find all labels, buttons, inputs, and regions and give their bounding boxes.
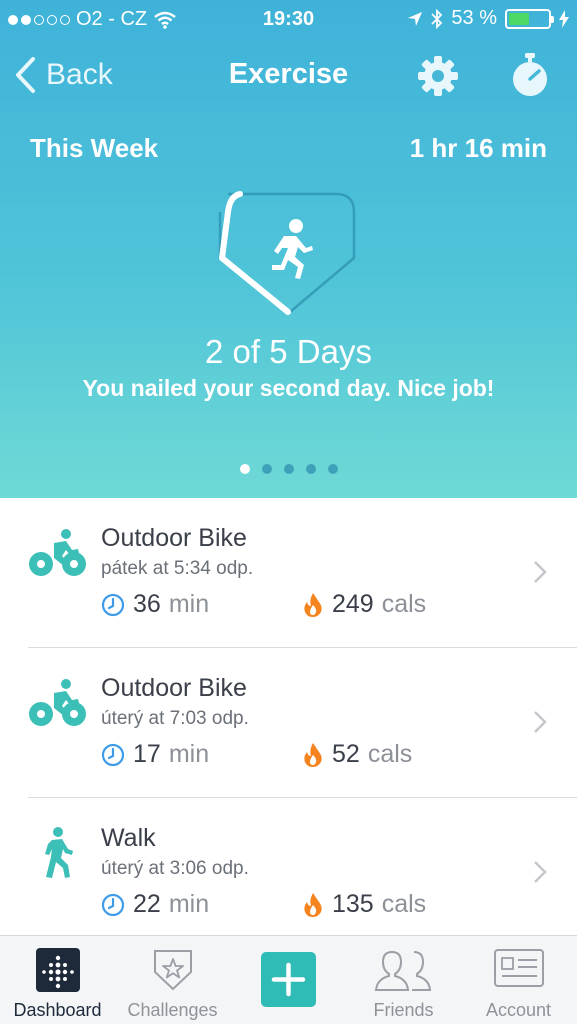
flame-icon	[304, 742, 322, 767]
activity-duration: 22 min	[101, 890, 209, 919]
duration-value: 17	[133, 740, 161, 768]
flame-icon	[304, 592, 322, 617]
activity-row[interactable]: Walk úterý at 3:06 odp. 22 min 135 cals	[0, 798, 577, 948]
tab-friends[interactable]: Friends	[346, 936, 461, 1024]
page-dot[interactable]	[305, 464, 316, 474]
running-figure-icon	[272, 219, 313, 279]
activity-calories: 135 cals	[302, 890, 426, 919]
activity-name: Outdoor Bike	[101, 524, 247, 552]
page-title: Exercise	[228, 58, 349, 90]
tab-dashboard[interactable]: Dashboard	[0, 936, 115, 1024]
clock-icon	[101, 743, 125, 766]
stopwatch-icon[interactable]	[508, 52, 552, 98]
encouragement-message: You nailed your second day. Nice job!	[82, 375, 495, 401]
calories-value: 52	[332, 740, 360, 768]
duration-value: 36	[133, 590, 161, 618]
activity-row[interactable]: Outdoor Bike pátek at 5:34 odp. 36 min 2…	[0, 498, 577, 648]
tab-challenges-label: Challenges	[127, 1000, 218, 1020]
calories-unit: cals	[367, 740, 413, 768]
activity-name: Outdoor Bike	[101, 674, 247, 702]
tab-friends-label: Friends	[373, 1000, 434, 1020]
chevron-right-icon	[534, 861, 547, 883]
tab-account-label: Account	[485, 1000, 552, 1020]
charging-bolt-icon	[559, 9, 569, 28]
settings-gear-icon[interactable]	[416, 54, 460, 98]
activity-time: úterý at 3:06 odp.	[101, 858, 249, 879]
period-label: This Week	[30, 133, 159, 163]
activity-calories: 52 cals	[302, 740, 412, 769]
activity-list: Outdoor Bike pátek at 5:34 odp. 36 min 2…	[0, 498, 577, 948]
page-dot[interactable]	[239, 464, 250, 474]
chevron-right-icon	[534, 711, 547, 733]
chevron-right-icon	[534, 561, 547, 583]
bluetooth-icon	[431, 8, 443, 29]
status-right: 53 %	[407, 7, 569, 30]
battery-icon	[505, 8, 554, 29]
bike-icon	[29, 529, 86, 576]
tab-bar: Dashboard Challenges Friends Account	[0, 935, 577, 1024]
page-dot[interactable]	[283, 464, 294, 474]
bike-icon	[29, 679, 86, 726]
battery-percent: 53 %	[451, 7, 497, 29]
plus-icon	[271, 962, 306, 997]
days-progress-text: 2 of 5 Days	[205, 333, 372, 370]
activity-calories: 249 cals	[302, 590, 426, 619]
duration-unit: min	[168, 590, 210, 618]
tab-account[interactable]: Account	[461, 936, 576, 1024]
clock-icon	[101, 893, 125, 916]
walk-icon	[45, 827, 73, 878]
challenges-shield-icon	[153, 950, 192, 991]
activity-row[interactable]: Outdoor Bike úterý at 7:03 odp. 17 min 5…	[0, 648, 577, 798]
exercise-header: O2 - CZ 19:30 53 % Back Exercise This We…	[0, 0, 577, 498]
exercise-goal-badge	[218, 191, 356, 315]
add-button[interactable]	[261, 952, 316, 1007]
calories-unit: cals	[381, 590, 427, 618]
activity-time: úterý at 7:03 odp.	[101, 708, 249, 729]
flame-icon	[304, 892, 322, 917]
activity-name: Walk	[101, 824, 156, 852]
duration-value: 22	[133, 890, 161, 918]
account-card-icon	[493, 949, 544, 987]
activity-time: pátek at 5:34 odp.	[101, 558, 254, 579]
calories-value: 135	[332, 890, 374, 918]
duration-unit: min	[168, 740, 210, 768]
status-bar: O2 - CZ 19:30 53 %	[0, 0, 577, 38]
tab-dashboard-label: Dashboard	[13, 1000, 102, 1020]
duration-unit: min	[168, 890, 210, 918]
activity-duration: 17 min	[101, 740, 209, 769]
page-dot[interactable]	[261, 464, 272, 474]
location-arrow-icon	[408, 11, 423, 26]
clock-icon	[101, 593, 125, 616]
weekly-total-time: 1 hr 16 min	[409, 133, 547, 163]
dashboard-icon	[35, 948, 80, 992]
tab-challenges[interactable]: Challenges	[115, 936, 230, 1024]
page-dot[interactable]	[327, 464, 338, 474]
calories-value: 249	[332, 590, 374, 618]
navigation-bar: Back Exercise	[0, 46, 577, 106]
activity-duration: 36 min	[101, 590, 209, 619]
calories-unit: cals	[381, 890, 427, 918]
friends-icon	[374, 950, 431, 991]
page-indicator[interactable]	[0, 464, 577, 474]
